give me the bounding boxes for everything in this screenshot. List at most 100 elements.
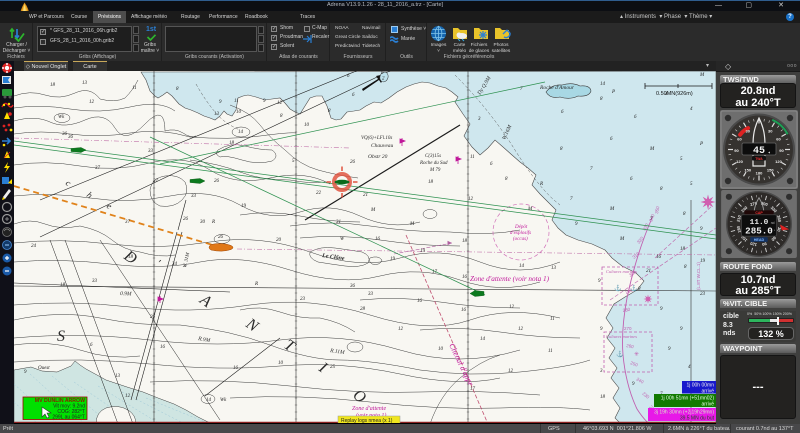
svg-text:12: 12 <box>509 305 515 310</box>
svg-text:37: 37 <box>125 220 131 225</box>
svg-text:26: 26 <box>214 179 220 184</box>
svg-text:90: 90 <box>734 148 739 153</box>
svg-text:(occas): (occas) <box>513 237 528 242</box>
svg-text:18: 18 <box>60 283 66 288</box>
svg-text:11: 11 <box>548 349 553 354</box>
svg-text:M: M <box>527 207 533 212</box>
svg-text:Chauveau: Chauveau <box>371 143 394 149</box>
svg-text:14: 14 <box>480 337 486 342</box>
svg-text:Zone d'attente: Zone d'attente <box>352 406 386 412</box>
svg-text:': ' <box>153 258 162 270</box>
svg-text:21: 21 <box>646 269 651 274</box>
svg-text:Wk: Wk <box>58 115 65 120</box>
svg-text:31: 31 <box>336 220 341 225</box>
svg-text:30: 30 <box>200 220 206 225</box>
svg-text:R.11M: R.11M <box>329 348 346 356</box>
svg-text:36: 36 <box>62 132 68 137</box>
svg-text:33: 33 <box>148 149 154 154</box>
svg-text:23: 23 <box>300 297 306 302</box>
svg-text:N: N <box>242 315 262 336</box>
svg-text:26: 26 <box>183 217 189 222</box>
svg-text:8: 8 <box>280 114 283 119</box>
svg-text:M: M <box>649 147 655 152</box>
svg-text:c: c <box>64 178 73 188</box>
svg-text:R: R <box>254 282 258 287</box>
svg-text:11: 11 <box>550 317 555 322</box>
svg-text:M: M <box>609 207 615 212</box>
svg-text:M: M <box>370 208 376 213</box>
svg-text:Zone d'attente (voir nota 1): Zone d'attente (voir nota 1) <box>470 275 550 283</box>
svg-text:10: 10 <box>278 361 284 366</box>
svg-text:18: 18 <box>50 83 56 88</box>
svg-text:60: 60 <box>776 137 781 142</box>
svg-text:M: M <box>699 73 705 78</box>
svg-text:nd: nd <box>771 221 775 225</box>
svg-text:16: 16 <box>160 345 166 350</box>
svg-text:13: 13 <box>115 374 121 379</box>
svg-text:11: 11 <box>132 86 137 91</box>
svg-text:Cultures marines: Cultures marines <box>606 269 637 274</box>
svg-text:Roche du Sud: Roche du Sud <box>419 161 448 166</box>
svg-text:60: 60 <box>737 137 742 142</box>
svg-text:120: 120 <box>736 159 743 164</box>
svg-text:28: 28 <box>360 307 366 312</box>
svg-text:13: 13 <box>551 266 557 271</box>
svg-text:Replay logs nmea (x 1): Replay logs nmea (x 1) <box>341 418 393 423</box>
svg-text:3: 3 <box>600 369 603 374</box>
svg-text:24: 24 <box>31 244 37 249</box>
svg-text:13: 13 <box>214 112 220 117</box>
svg-text:9: 9 <box>600 327 603 332</box>
svg-text:270: 270 <box>624 326 632 331</box>
svg-text:18: 18 <box>462 239 468 244</box>
svg-text:14: 14 <box>206 398 212 403</box>
svg-text:TWA: TWA <box>755 157 763 161</box>
svg-text:arrivé: arrivé <box>701 389 714 395</box>
svg-text:Roche d'Amour: Roche d'Amour <box>539 85 575 91</box>
svg-text:VQ(6)+LFl.10s: VQ(6)+LFl.10s <box>361 136 392 141</box>
svg-text:9: 9 <box>598 279 601 284</box>
svg-text:36: 36 <box>350 284 356 289</box>
svg-text:Dépôt: Dépôt <box>514 225 528 230</box>
svg-text:6: 6 <box>90 343 93 348</box>
svg-text:O: O <box>350 386 370 407</box>
svg-text:0.9M: 0.9M <box>120 291 132 297</box>
svg-text:33: 33 <box>368 292 374 297</box>
svg-text:⚓: ⚓ <box>616 350 623 358</box>
svg-text:37: 37 <box>95 166 101 171</box>
svg-text:10: 10 <box>236 110 242 115</box>
svg-text:R: R <box>211 220 215 225</box>
svg-text:19: 19 <box>700 259 706 264</box>
svg-text:285.0: 285.0 <box>745 226 773 237</box>
svg-text:12: 12 <box>89 100 95 105</box>
svg-text:Cultures marines: Cultures marines <box>606 334 637 339</box>
svg-text:6: 6 <box>490 162 493 167</box>
svg-text:16: 16 <box>375 237 381 242</box>
svg-text:⚓: ⚓ <box>614 284 621 292</box>
svg-text:180: 180 <box>756 170 763 175</box>
svg-text:12: 12 <box>398 327 404 332</box>
svg-text:120: 120 <box>775 159 782 164</box>
svg-text:12: 12 <box>518 327 524 332</box>
svg-text:14: 14 <box>600 82 606 87</box>
svg-text:h: h <box>85 190 95 201</box>
svg-text:16: 16 <box>462 275 468 280</box>
svg-text:33: 33 <box>191 194 197 199</box>
svg-text:14: 14 <box>238 130 244 135</box>
svg-text:8: 8 <box>505 177 508 182</box>
svg-text:M: M <box>409 222 415 227</box>
svg-text:(L.8T W.CL.1): (L.8T W.CL.1) <box>696 262 701 290</box>
svg-text:R.9M: R.9M <box>197 336 211 344</box>
svg-text:16: 16 <box>233 366 239 371</box>
svg-text:16: 16 <box>461 308 467 313</box>
svg-text:17: 17 <box>470 387 476 392</box>
svg-text:19: 19 <box>241 204 247 209</box>
svg-text:13: 13 <box>82 81 88 86</box>
svg-text:27: 27 <box>153 179 159 184</box>
svg-text:30: 30 <box>746 128 751 133</box>
svg-text:11: 11 <box>470 155 475 160</box>
svg-text:25: 25 <box>330 365 336 370</box>
svg-text:12: 12 <box>508 369 514 374</box>
svg-text:150: 150 <box>744 167 751 172</box>
svg-text:M: M <box>619 237 625 242</box>
svg-text:I: I <box>315 359 330 377</box>
